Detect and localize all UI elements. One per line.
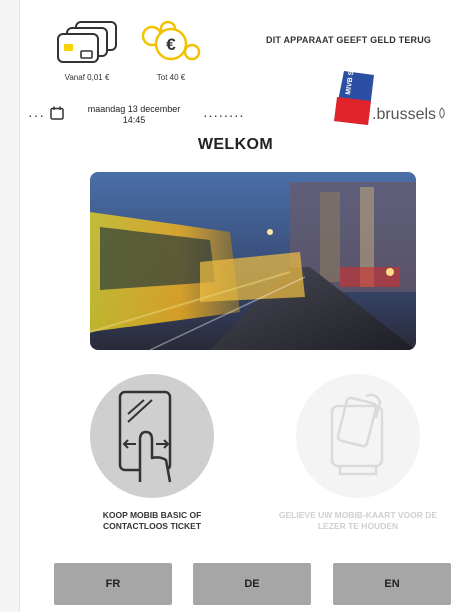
mobib-reader-option [296,374,420,498]
buy-ticket-option[interactable] [90,374,214,498]
tram-photo [90,172,416,350]
mobib-reader-label: GELIEVE UW MOBIB-KAART VOOR DE LEZER TE … [278,510,438,531]
change-notice: DIT APPARAAT GEEFT GELD TERUG [266,35,432,45]
brussels-logo-text: .brussels [372,106,437,123]
brussels-logo: .brussels [372,106,447,124]
iris-flower-icon [439,107,445,119]
cards-icon [57,21,117,63]
contactless-card-tap-icon [118,390,172,483]
language-button-fr[interactable]: FR [54,563,172,605]
side-panel [0,0,20,612]
card-caption: Vanaf 0,01 € [64,73,110,82]
calendar-icon [50,106,64,120]
current-date: maandag 13 december [87,104,181,114]
dotted-divider-left: ··· [28,107,45,123]
coin-caption: Tot 40 € [156,73,186,82]
language-button-en[interactable]: EN [333,563,451,605]
language-button-de[interactable]: DE [193,563,311,605]
ticket-machine-screen: Vanaf 0,01 € € Tot 40 € DIT APPARAAT GEE… [20,0,451,612]
dotted-divider-right: ········ [203,107,245,123]
hand-holding-card-icon [330,393,384,476]
coins-euro-icon: € [141,20,201,61]
mivb-stib-logo: MIVB STIB [334,71,374,125]
coin-payment-indicator: € Tot 40 € [134,20,208,82]
date-time: maandag 13 december 14:45 [78,104,190,126]
current-time: 14:45 [122,115,146,125]
buy-ticket-label[interactable]: KOOP MOBIB BASIC OF CONTACTLOOS TICKET [72,510,232,532]
tram-image [90,172,416,350]
euro-symbol: € [166,35,176,54]
page-title: WELKOM [197,136,274,153]
card-payment-indicator: Vanaf 0,01 € [50,20,124,82]
